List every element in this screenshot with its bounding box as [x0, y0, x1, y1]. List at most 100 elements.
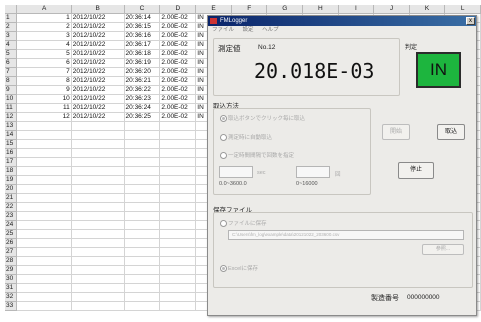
cell[interactable]: 2.00E-02 — [159, 40, 197, 50]
cell[interactable]: 20:36:16 — [124, 31, 161, 41]
cell[interactable]: 20:36:14 — [124, 13, 161, 23]
cell[interactable] — [159, 121, 197, 131]
cell[interactable] — [124, 229, 161, 239]
cell[interactable] — [124, 184, 161, 194]
cell[interactable]: 2012/10/22 — [71, 103, 125, 113]
cell[interactable]: 20:36:24 — [124, 103, 161, 113]
cell[interactable] — [159, 175, 197, 185]
cell[interactable] — [159, 184, 197, 194]
cell[interactable] — [124, 202, 161, 212]
cell[interactable] — [16, 238, 72, 248]
cell[interactable] — [159, 220, 197, 230]
cell[interactable] — [159, 139, 197, 149]
cell[interactable] — [16, 301, 72, 311]
row-header[interactable]: 31 — [5, 283, 18, 293]
cell[interactable] — [71, 202, 125, 212]
cell[interactable] — [16, 202, 72, 212]
cell[interactable]: 7 — [16, 67, 72, 77]
cell[interactable]: 20:36:15 — [124, 22, 161, 32]
cell[interactable]: 20:36:19 — [124, 58, 161, 68]
cell[interactable] — [124, 121, 161, 131]
row-header[interactable]: 25 — [5, 229, 18, 239]
cell[interactable]: 9 — [16, 85, 72, 95]
cell[interactable] — [124, 193, 161, 203]
start-button[interactable]: 開始 — [382, 124, 410, 140]
cell[interactable] — [16, 184, 72, 194]
row-header[interactable]: 26 — [5, 238, 18, 248]
cell[interactable] — [71, 247, 125, 257]
row-header[interactable]: 29 — [5, 265, 18, 275]
row-header[interactable]: 5 — [5, 49, 18, 59]
cell[interactable] — [159, 130, 197, 140]
cell[interactable] — [159, 301, 197, 311]
column-header[interactable]: K — [409, 5, 446, 14]
cell[interactable]: 20:36:23 — [124, 94, 161, 104]
cell[interactable] — [159, 157, 197, 167]
menu-help[interactable]: ヘルプ — [262, 27, 279, 33]
column-header[interactable]: E — [195, 5, 232, 14]
cell[interactable] — [16, 292, 72, 302]
cell[interactable] — [71, 256, 125, 266]
cell[interactable] — [16, 175, 72, 185]
stop-button[interactable]: 停止 — [398, 162, 434, 179]
row-header[interactable]: 2 — [5, 22, 18, 32]
cell[interactable] — [71, 238, 125, 248]
file-path-input[interactable]: C:\Users\fm_log\example\data\20121022_20… — [228, 230, 464, 240]
row-header[interactable]: 11 — [5, 103, 18, 113]
cell[interactable]: 2 — [16, 22, 72, 32]
row-header[interactable]: 17 — [5, 157, 18, 167]
cell[interactable] — [124, 166, 161, 176]
row-header[interactable]: 27 — [5, 247, 18, 257]
cell[interactable] — [71, 193, 125, 203]
cell[interactable]: 20:36:25 — [124, 112, 161, 122]
cell[interactable] — [159, 265, 197, 275]
row-header[interactable]: 22 — [5, 202, 18, 212]
cell[interactable] — [16, 130, 72, 140]
close-button[interactable]: x — [466, 17, 475, 25]
cell[interactable]: 5 — [16, 49, 72, 59]
radio-save-to-excel[interactable] — [220, 265, 227, 272]
column-header[interactable]: F — [231, 5, 268, 14]
cell[interactable] — [16, 211, 72, 221]
row-header[interactable]: 3 — [5, 31, 18, 41]
cell[interactable]: 2012/10/22 — [71, 49, 125, 59]
cell[interactable] — [71, 184, 125, 194]
cell[interactable]: 2.00E-02 — [159, 76, 197, 86]
cell[interactable] — [16, 121, 72, 131]
cell[interactable]: 10 — [16, 94, 72, 104]
cell[interactable] — [71, 220, 125, 230]
cell[interactable]: 4 — [16, 40, 72, 50]
menu-file[interactable]: ファイル — [212, 27, 234, 33]
cell[interactable] — [71, 166, 125, 176]
cell[interactable]: 2.00E-02 — [159, 22, 197, 32]
row-header[interactable]: 23 — [5, 211, 18, 221]
cell[interactable] — [124, 265, 161, 275]
cell[interactable] — [16, 139, 72, 149]
cell[interactable]: 2012/10/22 — [71, 31, 125, 41]
cell[interactable] — [124, 139, 161, 149]
row-header[interactable]: 9 — [5, 85, 18, 95]
cell[interactable] — [71, 292, 125, 302]
interval-seconds-input[interactable] — [219, 166, 253, 178]
cell[interactable] — [16, 229, 72, 239]
column-header[interactable]: H — [302, 5, 339, 14]
menu-settings[interactable]: 設定 — [243, 27, 254, 33]
cell[interactable] — [71, 157, 125, 167]
cell[interactable]: 2012/10/22 — [71, 58, 125, 68]
cell[interactable] — [16, 220, 72, 230]
cell[interactable] — [159, 256, 197, 266]
cell[interactable]: 2.00E-02 — [159, 103, 197, 113]
cell[interactable] — [159, 148, 197, 158]
column-header[interactable]: I — [338, 5, 375, 14]
row-header[interactable]: 28 — [5, 256, 18, 266]
cell[interactable] — [124, 157, 161, 167]
cell[interactable]: 2012/10/22 — [71, 13, 125, 23]
cell[interactable] — [16, 256, 72, 266]
cell[interactable] — [159, 238, 197, 248]
cell[interactable] — [124, 220, 161, 230]
cell[interactable]: 2012/10/22 — [71, 40, 125, 50]
cell[interactable] — [71, 265, 125, 275]
cell[interactable]: 2.00E-02 — [159, 58, 197, 68]
cell[interactable] — [71, 121, 125, 131]
cell[interactable]: 2.00E-02 — [159, 94, 197, 104]
